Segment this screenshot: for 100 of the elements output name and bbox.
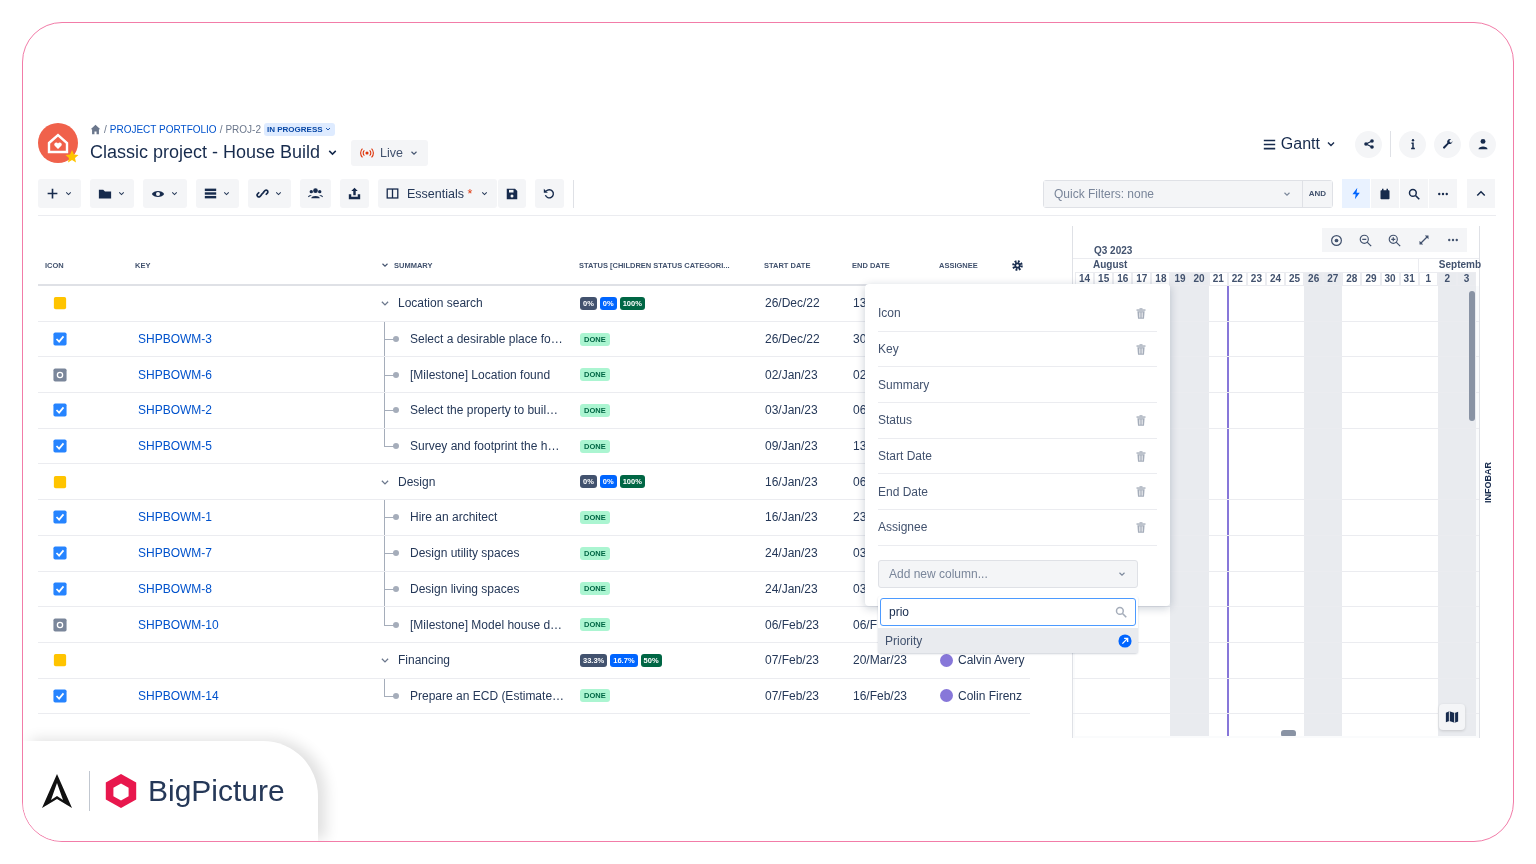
breadcrumb-link[interactable]: PROJECT PORTFOLIO <box>109 123 217 135</box>
summary-text: Design living spaces <box>410 581 520 596</box>
info-button[interactable] <box>1399 130 1426 158</box>
summary-text: Hire an architect <box>410 510 498 525</box>
assignee-name: Colin Firenz <box>958 688 1023 703</box>
start-date: 02/Jan/23 <box>765 367 818 382</box>
search-field[interactable]: prio <box>880 598 1136 626</box>
epic-icon <box>53 653 67 668</box>
link-button[interactable] <box>248 179 291 208</box>
day-label: 21 <box>1208 272 1228 286</box>
user-icon <box>1476 138 1489 150</box>
project-title: Classic project - House Build <box>90 142 321 163</box>
trash-icon <box>1135 306 1147 320</box>
wrench-icon <box>1441 138 1454 150</box>
dropdown-option[interactable]: Priority <box>878 628 1138 653</box>
share-button[interactable] <box>1355 130 1382 158</box>
day-label: 25 <box>1285 272 1305 286</box>
live-button[interactable]: Live <box>351 139 429 166</box>
status-lozenge[interactable]: IN PROGRESS <box>264 122 335 136</box>
settings-button[interactable] <box>1434 130 1461 158</box>
end-date: 06/F <box>853 617 877 632</box>
view-switcher[interactable]: Gantt <box>1262 135 1337 153</box>
priority-icon <box>1118 633 1132 648</box>
month-label: August <box>1093 259 1128 270</box>
avatar <box>940 653 953 667</box>
column-option: Key <box>878 342 899 357</box>
issue-key-link[interactable]: SHPBOWM-10 <box>138 617 219 632</box>
summary-text: Prepare an ECD (Estimate… <box>410 688 565 703</box>
column-option: Summary <box>878 377 930 392</box>
map-button[interactable] <box>1439 704 1465 730</box>
task-icon <box>53 403 67 418</box>
calendar-button[interactable] <box>1371 179 1399 208</box>
summary-text: Select a desirable place fo… <box>410 332 563 347</box>
view-columns-button[interactable]: Essentials * <box>378 179 498 208</box>
caret-icon <box>117 189 126 198</box>
search-button[interactable] <box>1400 179 1428 208</box>
scrollbar[interactable] <box>1281 730 1296 736</box>
add-button[interactable] <box>38 179 81 208</box>
settings-button[interactable] <box>1011 258 1024 272</box>
trash-icon <box>1135 485 1147 499</box>
issue-key-link[interactable]: SHPBOWM-8 <box>138 581 212 596</box>
map-icon <box>1445 710 1459 724</box>
start-date: 09/Jan/23 <box>765 439 818 454</box>
breadcrumb-link[interactable]: PROJ-2 <box>225 123 261 135</box>
day-label: 2 <box>1437 272 1457 286</box>
trash-icon <box>1135 413 1147 427</box>
issue-key-link[interactable]: SHPBOWM-7 <box>138 546 212 561</box>
undo-button[interactable] <box>535 179 565 208</box>
issue-key-link[interactable]: SHPBOWM-14 <box>138 688 219 703</box>
folder-button[interactable] <box>90 179 134 208</box>
caret-icon <box>222 189 231 198</box>
scrollbar[interactable] <box>1469 291 1475 421</box>
end-date: 20/Mar/23 <box>853 653 908 668</box>
start-date: 16/Jan/23 <box>765 474 818 489</box>
share-icon <box>1362 138 1375 150</box>
export-button[interactable] <box>340 179 369 208</box>
quick-filters-dropdown[interactable]: Quick Filters: none <box>1044 180 1303 207</box>
start-date: 03/Jan/23 <box>765 403 818 418</box>
start-date: 16/Jan/23 <box>765 510 818 525</box>
list-icon <box>1262 137 1276 151</box>
epic-icon <box>53 296 67 311</box>
issue-key-link[interactable]: SHPBOWM-3 <box>138 332 212 347</box>
day-label: 23 <box>1246 272 1266 286</box>
day-label: 3 <box>1456 272 1476 286</box>
day-label: 29 <box>1361 272 1381 286</box>
start-date: 24/Jan/23 <box>765 546 818 561</box>
issue-key-link[interactable]: SHPBOWM-5 <box>138 439 212 454</box>
day-label: 20 <box>1189 272 1209 286</box>
start-date: 24/Jan/23 <box>765 581 818 596</box>
user-button[interactable] <box>1469 130 1496 158</box>
column-option: Icon <box>878 306 901 321</box>
summary-text: Financing <box>398 653 451 668</box>
start-date: 07/Feb/23 <box>765 653 820 668</box>
milestone-icon <box>53 617 67 632</box>
issue-key-link[interactable]: SHPBOWM-1 <box>138 510 212 525</box>
caret-icon <box>274 189 283 198</box>
day-label: 30 <box>1380 272 1400 286</box>
save-button[interactable] <box>498 179 527 208</box>
visibility-button[interactable] <box>143 179 187 208</box>
issue-key-link[interactable]: SHPBOWM-6 <box>138 367 212 382</box>
assignee-name: Calvin Avery <box>958 653 1025 668</box>
summary-text: Location search <box>398 296 483 311</box>
users-icon <box>308 186 323 201</box>
expand-icon <box>1417 234 1430 246</box>
day-label: 24 <box>1265 272 1286 286</box>
team-button[interactable] <box>300 179 331 208</box>
trash-icon <box>1135 520 1147 534</box>
month-label: Septemb <box>1438 259 1482 270</box>
task-icon <box>53 439 67 454</box>
grouping-button[interactable] <box>196 179 239 208</box>
column-option: Status <box>878 413 913 428</box>
plus-icon <box>46 187 59 200</box>
zoom-out-icon <box>1359 233 1372 247</box>
issue-key-link[interactable]: SHPBOWM-2 <box>138 403 212 418</box>
summary-text: Design <box>398 474 436 489</box>
brand-name: BigPicture <box>148 774 285 808</box>
infobar-tab[interactable]: INFOBAR <box>1483 461 1493 503</box>
add-column-dropdown[interactable]: Add new column... <box>878 559 1138 588</box>
target-icon <box>1330 233 1343 247</box>
column-option: End Date <box>878 484 929 499</box>
